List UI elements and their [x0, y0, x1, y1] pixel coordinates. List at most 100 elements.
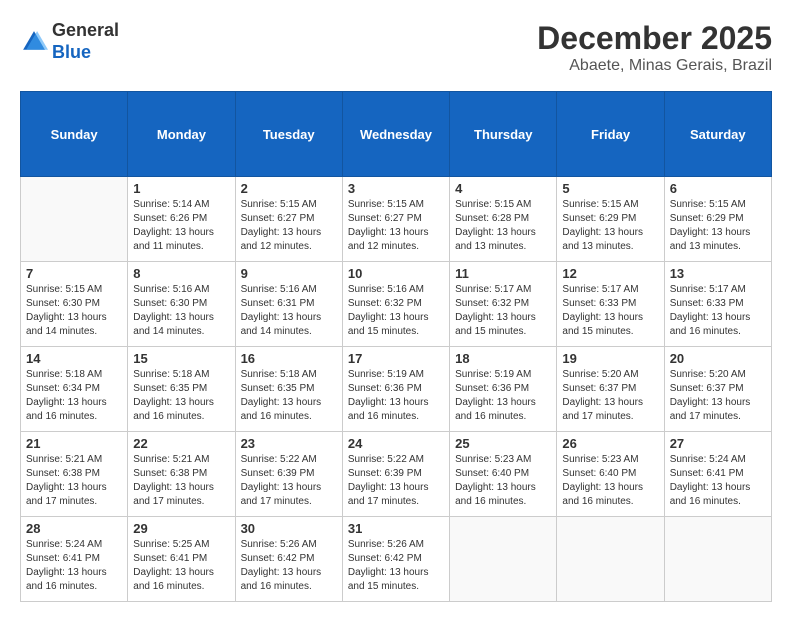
day-number: 19 [562, 351, 658, 366]
day-info: Sunrise: 5:17 AM Sunset: 6:33 PM Dayligh… [670, 283, 766, 339]
calendar-cell: 4Sunrise: 5:15 AM Sunset: 6:28 PM Daylig… [450, 177, 557, 262]
day-info: Sunrise: 5:20 AM Sunset: 6:37 PM Dayligh… [670, 368, 766, 424]
calendar-cell: 30 Sunrise: 5:26 AM Sunset: 6:42 PM Dayli… [235, 517, 342, 602]
calendar-cell: 5Sunrise: 5:15 AM Sunset: 6:29 PM Daylig… [557, 177, 664, 262]
calendar-week-row: 28 Sunrise: 5:24 AM Sunset: 6:41 PM Dayli… [21, 517, 772, 602]
day-info: Sunrise: 5:22 AM Sunset: 6:39 PM Dayligh… [241, 453, 337, 509]
day-number: 11 [455, 266, 551, 281]
calendar-cell: 21 Sunrise: 5:21 AM Sunset: 6:38 PM Dayli… [21, 432, 128, 517]
calendar-cell: 12 Sunrise: 5:17 AM Sunset: 6:33 PM Dayli… [557, 262, 664, 347]
day-info: Sunrise: 5:26 AM Sunset: 6:42 PM Dayligh… [348, 538, 444, 594]
day-number: 18 [455, 351, 551, 366]
weekday-header-friday: Friday [557, 92, 664, 177]
calendar-cell: 25 Sunrise: 5:23 AM Sunset: 6:40 PM Dayli… [450, 432, 557, 517]
day-info: Sunrise: 5:21 AM Sunset: 6:38 PM Dayligh… [133, 453, 229, 509]
calendar-week-row: 7Sunrise: 5:15 AM Sunset: 6:30 PM Daylig… [21, 262, 772, 347]
day-number: 28 [26, 521, 122, 536]
day-info: Sunrise: 5:18 AM Sunset: 6:34 PM Dayligh… [26, 368, 122, 424]
calendar-cell: 6Sunrise: 5:15 AM Sunset: 6:29 PM Daylig… [664, 177, 771, 262]
calendar-cell: 24 Sunrise: 5:22 AM Sunset: 6:39 PM Dayli… [342, 432, 449, 517]
day-number: 12 [562, 266, 658, 281]
day-number: 21 [26, 436, 122, 451]
calendar-cell: 7Sunrise: 5:15 AM Sunset: 6:30 PM Daylig… [21, 262, 128, 347]
day-number: 22 [133, 436, 229, 451]
day-number: 10 [348, 266, 444, 281]
day-info: Sunrise: 5:25 AM Sunset: 6:41 PM Dayligh… [133, 538, 229, 594]
day-info: Sunrise: 5:21 AM Sunset: 6:38 PM Dayligh… [26, 453, 122, 509]
day-number: 30 [241, 521, 337, 536]
calendar-cell: 8 Sunrise: 5:16 AM Sunset: 6:30 PM Daylig… [128, 262, 235, 347]
weekday-header-thursday: Thursday [450, 92, 557, 177]
day-number: 23 [241, 436, 337, 451]
day-info: Sunrise: 5:17 AM Sunset: 6:33 PM Dayligh… [562, 283, 658, 339]
day-info: Sunrise: 5:23 AM Sunset: 6:40 PM Dayligh… [455, 453, 551, 509]
day-info: Sunrise: 5:24 AM Sunset: 6:41 PM Dayligh… [670, 453, 766, 509]
calendar-cell: 31 Sunrise: 5:26 AM Sunset: 6:42 PM Dayli… [342, 517, 449, 602]
day-number: 24 [348, 436, 444, 451]
page-header: General Blue December 2025 Abaete, Minas… [20, 20, 772, 75]
day-number: 8 [133, 266, 229, 281]
day-number: 25 [455, 436, 551, 451]
logo-general-text: General [52, 20, 119, 40]
day-number: 29 [133, 521, 229, 536]
day-number: 20 [670, 351, 766, 366]
calendar-cell: 17 Sunrise: 5:19 AM Sunset: 6:36 PM Dayli… [342, 347, 449, 432]
weekday-header-monday: Monday [128, 92, 235, 177]
day-number: 1 [133, 181, 229, 196]
day-number: 15 [133, 351, 229, 366]
calendar-cell: 23 Sunrise: 5:22 AM Sunset: 6:39 PM Dayli… [235, 432, 342, 517]
day-info: Sunrise: 5:16 AM Sunset: 6:32 PM Dayligh… [348, 283, 444, 339]
calendar-cell [664, 517, 771, 602]
day-info: Sunrise: 5:16 AM Sunset: 6:31 PM Dayligh… [241, 283, 337, 339]
calendar-cell: 28 Sunrise: 5:24 AM Sunset: 6:41 PM Dayli… [21, 517, 128, 602]
logo-icon [20, 28, 48, 56]
day-info: Sunrise: 5:23 AM Sunset: 6:40 PM Dayligh… [562, 453, 658, 509]
day-number: 17 [348, 351, 444, 366]
calendar-cell: 18Sunrise: 5:19 AM Sunset: 6:36 PM Dayli… [450, 347, 557, 432]
logo: General Blue [20, 20, 119, 63]
calendar-cell: 19 Sunrise: 5:20 AM Sunset: 6:37 PM Dayli… [557, 347, 664, 432]
day-number: 27 [670, 436, 766, 451]
day-number: 2 [241, 181, 337, 196]
calendar-cell: 14 Sunrise: 5:18 AM Sunset: 6:34 PM Dayli… [21, 347, 128, 432]
calendar-cell: 15 Sunrise: 5:18 AM Sunset: 6:35 PM Dayli… [128, 347, 235, 432]
day-info: Sunrise: 5:24 AM Sunset: 6:41 PM Dayligh… [26, 538, 122, 594]
calendar-week-row: 21 Sunrise: 5:21 AM Sunset: 6:38 PM Dayli… [21, 432, 772, 517]
location-subtitle: Abaete, Minas Gerais, Brazil [537, 57, 772, 75]
day-info: Sunrise: 5:19 AM Sunset: 6:36 PM Dayligh… [348, 368, 444, 424]
day-number: 26 [562, 436, 658, 451]
day-info: Sunrise: 5:26 AM Sunset: 6:42 PM Dayligh… [241, 538, 337, 594]
day-info: Sunrise: 5:15 AM Sunset: 6:30 PM Dayligh… [26, 283, 122, 339]
day-info: Sunrise: 5:15 AM Sunset: 6:27 PM Dayligh… [348, 198, 444, 254]
day-number: 3 [348, 181, 444, 196]
day-info: Sunrise: 5:20 AM Sunset: 6:37 PM Dayligh… [562, 368, 658, 424]
day-info: Sunrise: 5:18 AM Sunset: 6:35 PM Dayligh… [133, 368, 229, 424]
calendar-table: SundayMondayTuesdayWednesdayThursdayFrid… [20, 91, 772, 602]
logo-blue-text: Blue [52, 42, 91, 62]
weekday-header-saturday: Saturday [664, 92, 771, 177]
calendar-cell: 20 Sunrise: 5:20 AM Sunset: 6:37 PM Dayli… [664, 347, 771, 432]
calendar-cell: 11 Sunrise: 5:17 AM Sunset: 6:32 PM Dayli… [450, 262, 557, 347]
day-info: Sunrise: 5:14 AM Sunset: 6:26 PM Dayligh… [133, 198, 229, 254]
calendar-cell: 9Sunrise: 5:16 AM Sunset: 6:31 PM Daylig… [235, 262, 342, 347]
day-info: Sunrise: 5:16 AM Sunset: 6:30 PM Dayligh… [133, 283, 229, 339]
day-number: 5 [562, 181, 658, 196]
month-year-title: December 2025 [537, 20, 772, 57]
day-info: Sunrise: 5:22 AM Sunset: 6:39 PM Dayligh… [348, 453, 444, 509]
day-info: Sunrise: 5:15 AM Sunset: 6:28 PM Dayligh… [455, 198, 551, 254]
calendar-cell: 26 Sunrise: 5:23 AM Sunset: 6:40 PM Dayli… [557, 432, 664, 517]
calendar-week-row: 14 Sunrise: 5:18 AM Sunset: 6:34 PM Dayli… [21, 347, 772, 432]
calendar-cell: 13 Sunrise: 5:17 AM Sunset: 6:33 PM Dayli… [664, 262, 771, 347]
day-number: 31 [348, 521, 444, 536]
day-number: 16 [241, 351, 337, 366]
calendar-cell [21, 177, 128, 262]
day-number: 14 [26, 351, 122, 366]
title-section: December 2025 Abaete, Minas Gerais, Braz… [537, 20, 772, 75]
day-info: Sunrise: 5:17 AM Sunset: 6:32 PM Dayligh… [455, 283, 551, 339]
day-info: Sunrise: 5:15 AM Sunset: 6:29 PM Dayligh… [670, 198, 766, 254]
day-number: 13 [670, 266, 766, 281]
day-info: Sunrise: 5:15 AM Sunset: 6:27 PM Dayligh… [241, 198, 337, 254]
calendar-cell: 1 Sunrise: 5:14 AM Sunset: 6:26 PM Daylig… [128, 177, 235, 262]
calendar-week-row: 1 Sunrise: 5:14 AM Sunset: 6:26 PM Daylig… [21, 177, 772, 262]
calendar-cell: 29 Sunrise: 5:25 AM Sunset: 6:41 PM Dayli… [128, 517, 235, 602]
